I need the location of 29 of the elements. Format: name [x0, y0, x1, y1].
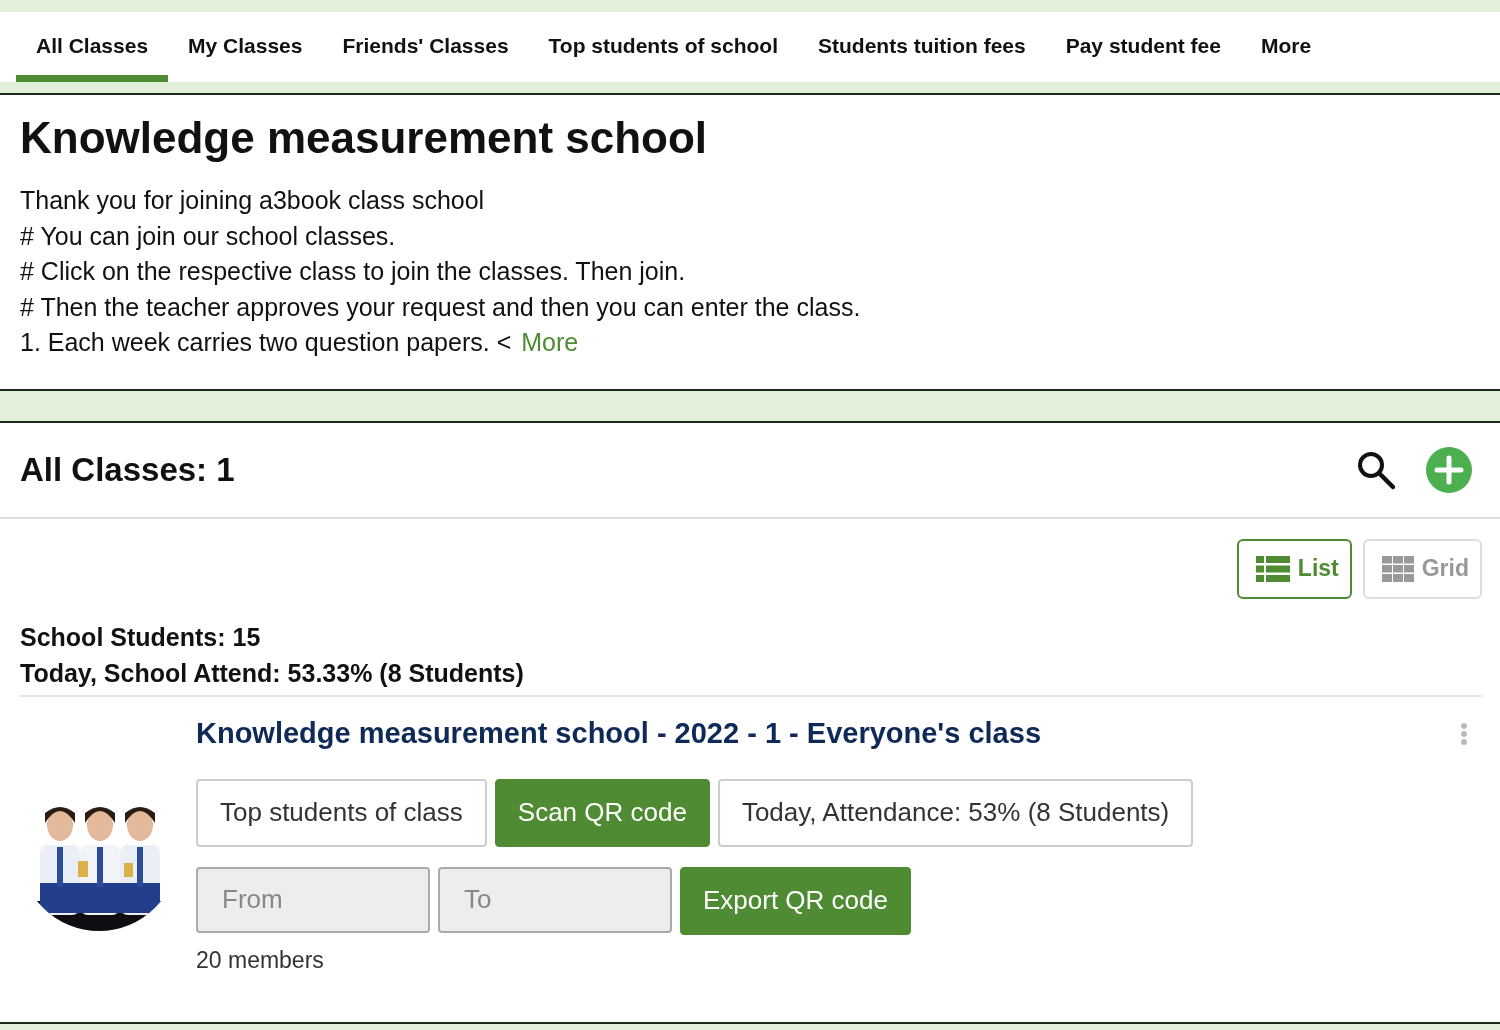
grid-icon: [1381, 555, 1414, 582]
description-line: # You can join our school classes.: [20, 221, 396, 250]
school-title: Knowledge measurement school: [20, 113, 709, 163]
description-line: 1. Each week carries two question papers. <: [20, 328, 512, 356]
add-icon[interactable]: [1425, 445, 1473, 494]
date-field[interactable]: From: [196, 866, 430, 933]
nav-tab[interactable]: Pay student fee: [1045, 12, 1241, 82]
list-icon: [1255, 555, 1290, 582]
nav-tab[interactable]: Students tuition fees: [798, 12, 1046, 82]
more-options-icon[interactable]: [1460, 721, 1468, 746]
date-field[interactable]: To: [438, 866, 672, 933]
nav-tab[interactable]: Friends' Classes: [322, 12, 529, 82]
export-button[interactable]: Export QR code: [680, 866, 911, 935]
stat-line: School Students: 15: [20, 621, 262, 653]
action-button[interactable]: Scan QR code: [494, 778, 710, 847]
stat-line: Today, School Attend: 53.33% (8 Students): [20, 657, 525, 689]
description-line: # Click on the respective class to join the classes. Then join.: [20, 257, 686, 285]
more-link[interactable]: More: [521, 328, 579, 356]
class-title-link[interactable]: Knowledge measurement school - 2022 - 1 - Everyone's class: [196, 717, 1041, 750]
description-line: Thank you for joining a3book class school: [20, 186, 485, 214]
view-toggle-button[interactable]: List: [1236, 538, 1352, 599]
description-line: # Then the teacher approves your request and then you can enter the class.: [20, 292, 861, 321]
nav-tab[interactable]: Top students of school: [528, 12, 798, 82]
action-button[interactable]: Today, Attendance: 53% (8 Students): [717, 778, 1194, 847]
members-count: 20 members: [196, 946, 325, 974]
nav-tab[interactable]: My Classes: [168, 12, 323, 82]
classes-count: All Classes: 1: [20, 450, 235, 489]
nav-tab[interactable]: More: [1240, 12, 1332, 82]
action-button[interactable]: Top students of class: [196, 778, 487, 847]
